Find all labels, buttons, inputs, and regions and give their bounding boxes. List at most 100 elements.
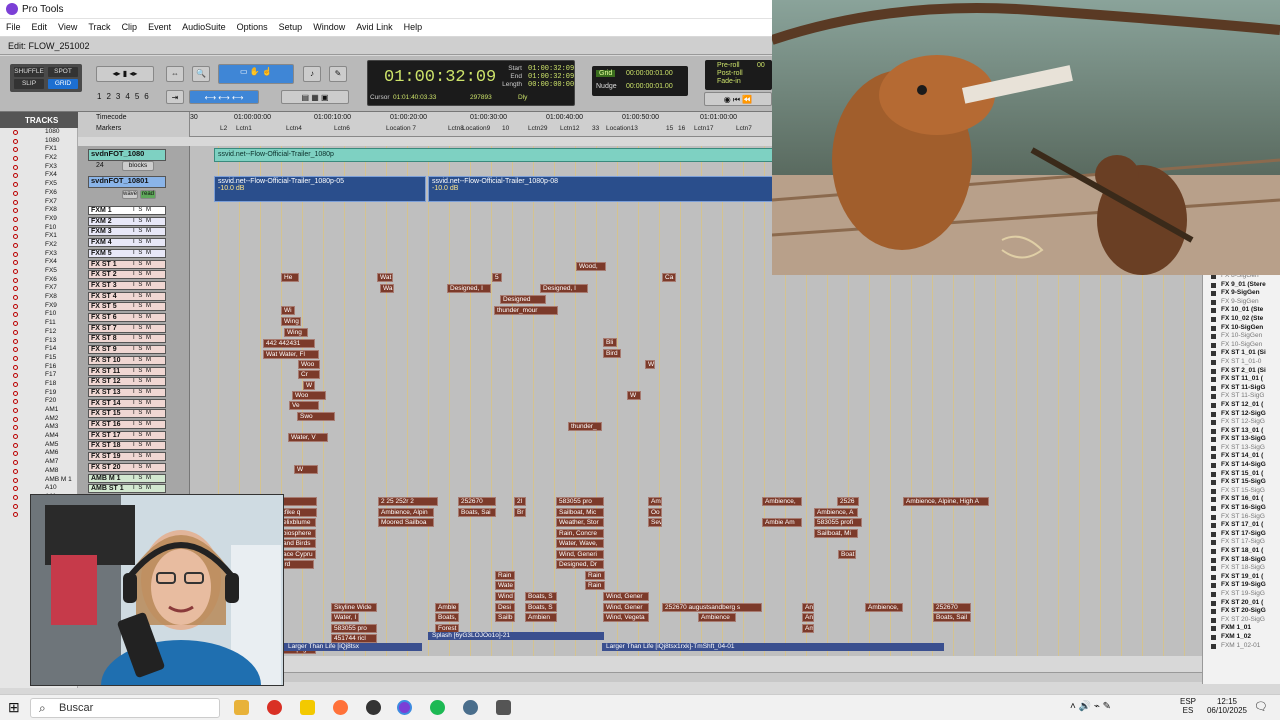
track-name[interactable]: FXM 3 [91, 228, 112, 235]
track-header[interactable]: FX ST 5 I S M [88, 302, 166, 312]
clip-list-item[interactable]: FXM 1_02-01 [1203, 642, 1280, 651]
sticky-notes-icon[interactable] [300, 700, 315, 715]
track-header[interactable]: FX ST 16 I S M [88, 420, 166, 429]
tracklist-item[interactable]: F10 [0, 224, 77, 233]
audio-clip[interactable]: 2l [514, 497, 526, 506]
track-header[interactable]: FX ST 9 I S M [88, 345, 166, 355]
audio-clip[interactable]: Cr [298, 370, 320, 379]
record-dot-icon[interactable] [13, 355, 18, 361]
audio-clip[interactable]: Bird [603, 349, 621, 358]
tracklist-item[interactable]: F11 [0, 319, 77, 328]
audio-clip[interactable]: 583055 pro [556, 497, 604, 506]
track-header[interactable]: FX ST 20 I S M [88, 462, 166, 472]
audio-clip[interactable]: elixblume [280, 518, 316, 527]
audio-clip[interactable]: 451744 ricl [331, 634, 377, 643]
track-number-2[interactable]: 2 [106, 92, 115, 101]
slip-mode-button[interactable]: SLIP [14, 79, 44, 89]
spotify-icon[interactable] [430, 700, 445, 715]
tracklist-item[interactable]: FX6 [0, 189, 77, 198]
record-dot-icon[interactable] [13, 242, 18, 248]
audio-clip[interactable]: Ambience, Alpine, High A [903, 497, 989, 506]
audio-clip[interactable]: Wood, [576, 262, 606, 271]
track-ism-buttons[interactable]: I S M [133, 239, 152, 246]
obs-icon[interactable] [366, 700, 381, 715]
track-ism-buttons[interactable]: I S M [133, 271, 152, 278]
track-ism-buttons[interactable]: I S M [133, 475, 152, 482]
clip-list-item[interactable]: FX 10-SigGen [1203, 332, 1280, 341]
track-name[interactable]: FX ST 16 [91, 421, 121, 428]
tracklist-item[interactable]: AM3 [0, 423, 77, 432]
audio-clip[interactable]: 2526 [837, 497, 859, 506]
audio-clip[interactable]: Ca [662, 273, 676, 282]
zoom-controls[interactable]: ◂▸ ▮ ◂▸ [96, 66, 154, 82]
audio-clip[interactable]: Boats, S [525, 592, 557, 601]
tracklist-item[interactable]: FX5 [0, 267, 77, 276]
record-dot-icon[interactable] [13, 425, 18, 431]
clip-list-item[interactable]: FX ST 19-SigG [1203, 581, 1280, 590]
track-name[interactable]: FX ST 5 [91, 303, 117, 310]
tracklist-item[interactable]: F13 [0, 337, 77, 346]
clip-list-item[interactable]: FX ST 17-SigG [1203, 530, 1280, 539]
audio-clip[interactable]: Boats, S [525, 603, 557, 612]
main-counter-value[interactable]: 01:00:32:09 [384, 68, 496, 87]
audio-clip[interactable]: Wind, Gener [603, 603, 649, 612]
audio-clip[interactable]: 442 442431 [263, 339, 315, 348]
audio-clip[interactable]: and Birds [280, 539, 316, 548]
track-ism-buttons[interactable]: I S M [133, 325, 152, 332]
track-header[interactable]: FX ST 12 I S M [88, 377, 166, 387]
audio-clip[interactable]: Wat [377, 273, 393, 282]
video-track-1-name[interactable]: svdnFOT_1080 [88, 149, 166, 161]
record-dot-icon[interactable] [13, 347, 18, 353]
zoom-tool-icon[interactable]: ⇔ [166, 66, 184, 82]
clip-list-item[interactable]: FX ST 14_01 ( [1203, 452, 1280, 461]
tracklist-item[interactable]: FX2 [0, 154, 77, 163]
track-name[interactable]: FX ST 9 [91, 346, 117, 353]
track-name[interactable]: FX ST 8 [91, 335, 117, 342]
marker[interactable]: Location13 [606, 125, 638, 132]
record-dot-icon[interactable] [13, 138, 18, 144]
tracklist-item[interactable]: F15 [0, 354, 77, 363]
video-track-1-view-select[interactable]: blocks [122, 161, 154, 171]
track-name[interactable]: FXM 4 [91, 239, 112, 246]
audio-clip[interactable]: An [802, 613, 814, 622]
tracklist-item[interactable]: 1080 [0, 137, 77, 146]
record-dot-icon[interactable] [13, 329, 18, 335]
tracklist-item[interactable]: AMB M 1 [0, 476, 77, 485]
audio-clip[interactable]: Wing [284, 328, 308, 337]
audio-clip[interactable]: 252670 [458, 497, 496, 506]
audio-clip[interactable]: Desi [495, 603, 515, 612]
audio-clip[interactable]: 2 25 252r 2 [378, 497, 438, 506]
audio-clip[interactable]: Ambience, [865, 603, 903, 612]
menu-clip[interactable]: Clip [116, 19, 143, 32]
track-header[interactable]: FXM 5 I S M [88, 248, 166, 258]
audio-clip-05[interactable]: ssvid.net--Flow-Official-Trailer_1080p-0… [214, 176, 426, 202]
record-dot-icon[interactable] [13, 199, 18, 205]
system-tray-icons[interactable]: ˄ 🔊 ⌁ ✎ [1070, 701, 1111, 712]
audio-clip[interactable]: Boats, Sai [458, 508, 496, 517]
record-dot-icon[interactable] [13, 225, 18, 231]
marker[interactable]: Lctn29 [528, 125, 548, 132]
grid-mode-button[interactable]: GRID [48, 79, 78, 89]
shuffle-mode-button[interactable]: SHUFFLE [14, 67, 44, 77]
track-header[interactable]: FXM 2 I S M [88, 216, 166, 226]
splash-clip[interactable]: Splash [6yG3LOJOo1o]-21 [428, 632, 604, 640]
windows-start-icon[interactable]: ⊞ [8, 700, 23, 715]
clip-list-item[interactable]: FX ST 19_01 ( [1203, 573, 1280, 582]
clip-list-item[interactable]: FX ST 2_01 (Si [1203, 367, 1280, 376]
timeline-ruler[interactable]: 30 01:00:00:00 01:00:10:00 01:00:20:00 01:00… [190, 112, 772, 137]
audio-clip[interactable]: Woo [292, 391, 326, 400]
clip-list-item[interactable]: FX 10-SigGen [1203, 341, 1280, 350]
record-dot-icon[interactable] [13, 269, 18, 274]
clip-list-item[interactable]: FXM 1_01 [1203, 624, 1280, 633]
track-ism-buttons[interactable]: I S M [133, 261, 152, 268]
audio-clip[interactable]: Moored Sailboa [378, 518, 434, 527]
track-name[interactable]: FX ST 12 [91, 378, 121, 385]
clip-list-item[interactable]: FX 9-SigGen [1203, 298, 1280, 307]
video-track-2-view-select[interactable]: wave [122, 190, 138, 199]
track-header[interactable]: FX ST 19 I S M [88, 452, 166, 462]
video-window[interactable] [772, 0, 1280, 275]
tracklist-item[interactable]: AM4 [0, 432, 77, 441]
tracklist-item[interactable]: AM6 [0, 449, 77, 458]
audio-clip[interactable]: Rain [495, 571, 515, 580]
clip-list-item[interactable]: FX ST 11_01 ( [1203, 375, 1280, 384]
